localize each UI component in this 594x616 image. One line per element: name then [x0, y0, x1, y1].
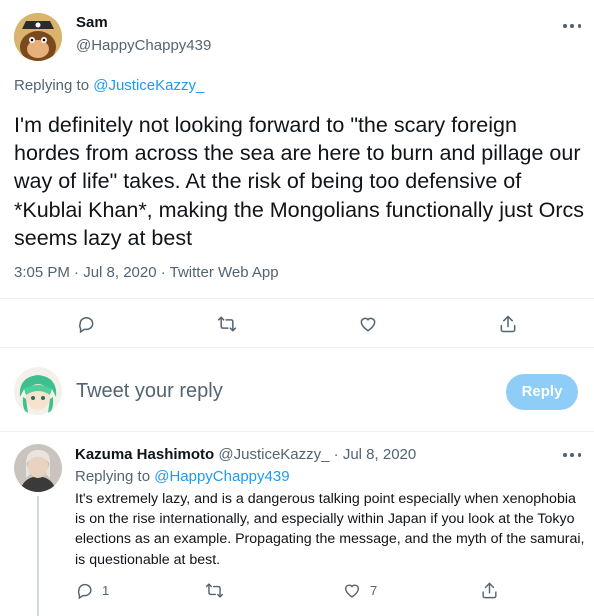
- reply-separator: ·: [333, 446, 339, 463]
- reply-reply-action[interactable]: 1: [75, 581, 109, 600]
- retweet-icon: [217, 316, 237, 332]
- reply-replying-to: Replying to @HappyChappy439: [75, 468, 290, 485]
- author-handle[interactable]: @HappyChappy439: [76, 37, 211, 54]
- thread-line: [37, 496, 39, 616]
- share-icon: [482, 582, 497, 599]
- like-action[interactable]: [357, 314, 379, 334]
- tweet-text: I'm definitely not looking forward to "t…: [14, 113, 585, 250]
- reply-header: Kazuma Hashimoto @JusticeKazzy_ · Jul 8,…: [75, 446, 416, 463]
- like-icon: [344, 584, 360, 598]
- reply-action[interactable]: [76, 314, 96, 334]
- reply-author-avatar[interactable]: [14, 444, 62, 492]
- replying-to: Replying to @JusticeKazzy_: [14, 77, 204, 94]
- author-avatar[interactable]: [14, 13, 62, 61]
- reply-count: 1: [102, 583, 110, 598]
- reply-icon: [77, 583, 92, 600]
- reply-author-name[interactable]: Kazuma Hashimoto: [75, 446, 214, 463]
- reply-replying-to-handle[interactable]: @HappyChappy439: [154, 468, 289, 485]
- user-avatar[interactable]: [14, 367, 62, 415]
- share-icon: [500, 315, 516, 333]
- retweet-action[interactable]: [216, 314, 238, 334]
- reply-date[interactable]: Jul 8, 2020: [343, 446, 416, 463]
- reply-icon: [79, 317, 94, 334]
- replying-to-handle[interactable]: @JusticeKazzy_: [93, 77, 204, 94]
- divider: [0, 347, 594, 348]
- retweet-icon: [205, 583, 224, 598]
- reply-replying-to-prefix: Replying to: [75, 468, 155, 485]
- reply-retweet-action[interactable]: [204, 581, 225, 600]
- more-icon[interactable]: [563, 23, 581, 29]
- tweet-timestamp[interactable]: 3:05 PM · Jul 8, 2020 · Twitter Web App: [14, 264, 279, 281]
- divider: [0, 298, 594, 299]
- like-count: 7: [370, 583, 378, 598]
- author-name[interactable]: Sam: [76, 14, 108, 31]
- reply-share-action[interactable]: [479, 581, 500, 600]
- divider: [0, 431, 594, 432]
- reply-author-handle[interactable]: @JusticeKazzy_: [218, 446, 329, 463]
- share-action[interactable]: [497, 314, 519, 334]
- reply-like-action[interactable]: 7: [342, 581, 377, 600]
- reply-input[interactable]: Tweet your reply: [76, 380, 223, 403]
- like-icon: [360, 317, 376, 332]
- reply-button[interactable]: Reply: [506, 374, 578, 410]
- reply-text: It's extremely lazy, and is a dangerous …: [75, 491, 585, 568]
- replying-to-prefix: Replying to: [14, 77, 94, 94]
- more-icon[interactable]: [563, 452, 581, 458]
